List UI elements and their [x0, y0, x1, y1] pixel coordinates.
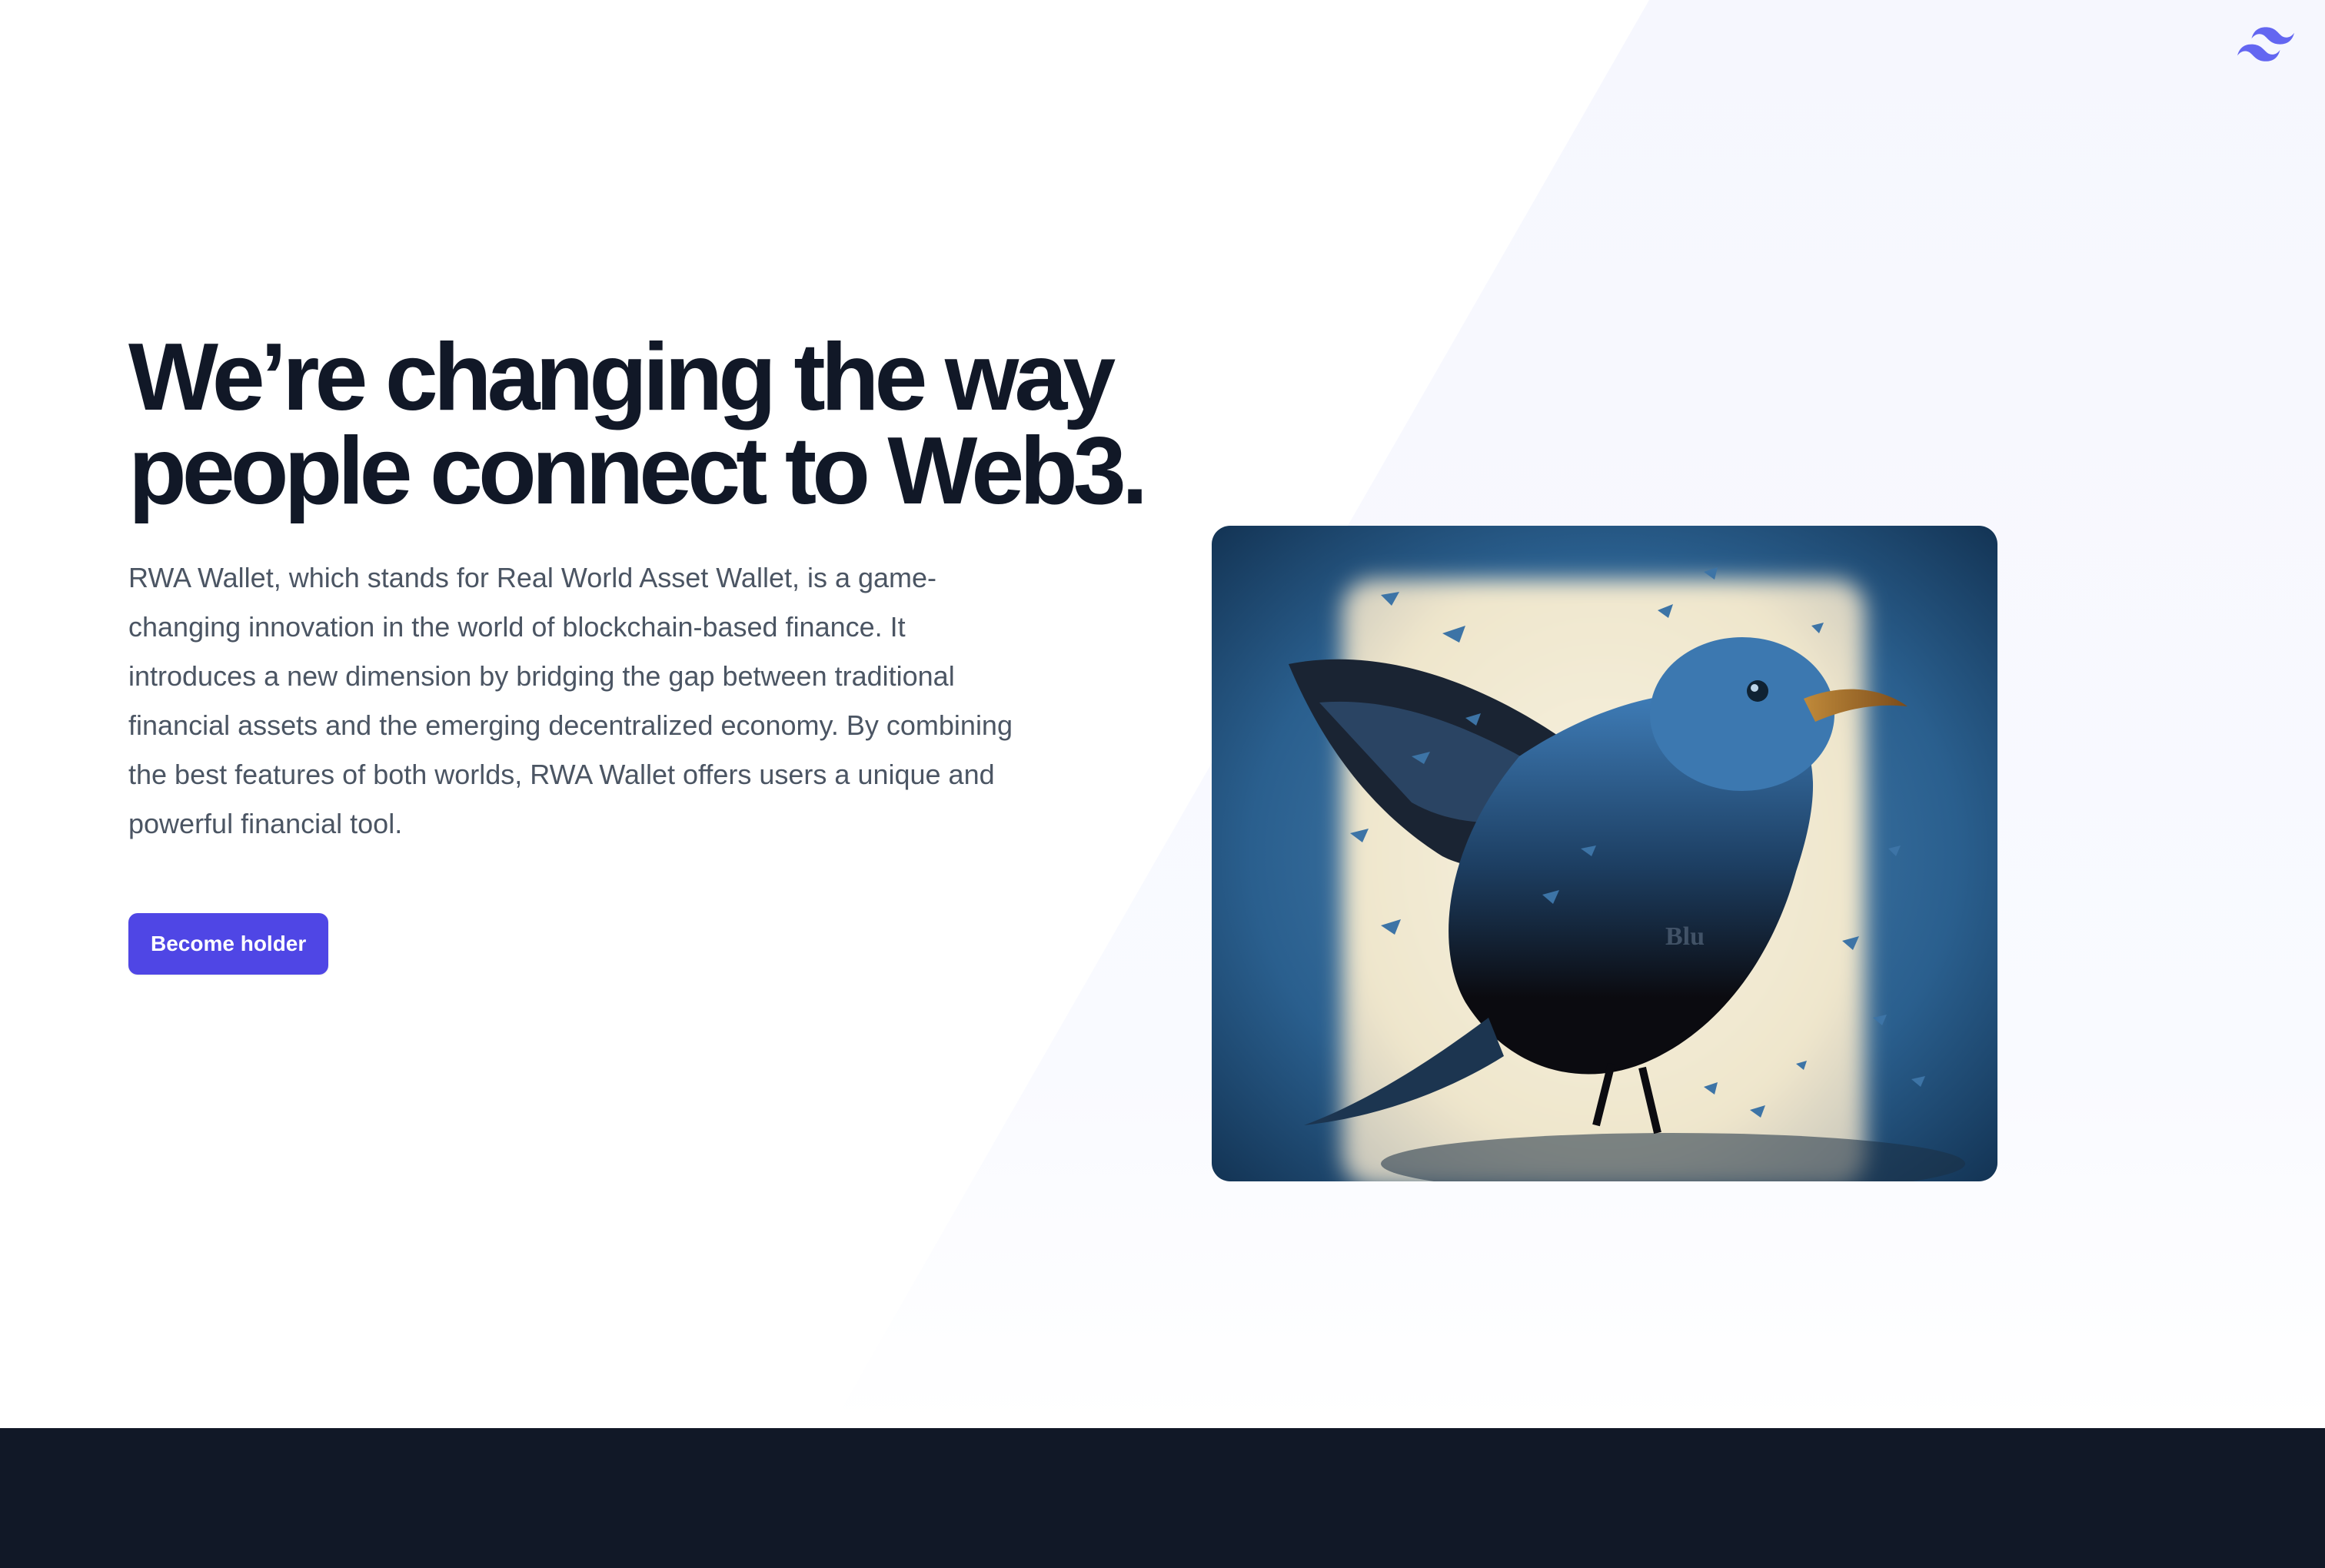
- footer-band: [0, 1428, 2325, 1568]
- tailwind-logo-icon[interactable]: [2237, 25, 2294, 65]
- hero-image: Blu: [1212, 526, 1997, 1181]
- hero-description: RWA Wallet, which stands for Real World …: [128, 562, 1013, 839]
- become-holder-button[interactable]: Become holder: [128, 913, 329, 975]
- hero-headline-line2: people connect to Web3.: [128, 418, 1148, 524]
- hero-headline: We’re changing the way people connect to…: [128, 324, 1205, 524]
- hero-text: We’re changing the way people connect to…: [128, 324, 1205, 975]
- image-label: Blu: [1665, 922, 1705, 951]
- page: We’re changing the way people connect to…: [0, 0, 2325, 1568]
- hero-headline-line1: We’re changing the way: [128, 324, 1116, 430]
- blue-bird-illustration: Blu: [1212, 526, 1997, 1181]
